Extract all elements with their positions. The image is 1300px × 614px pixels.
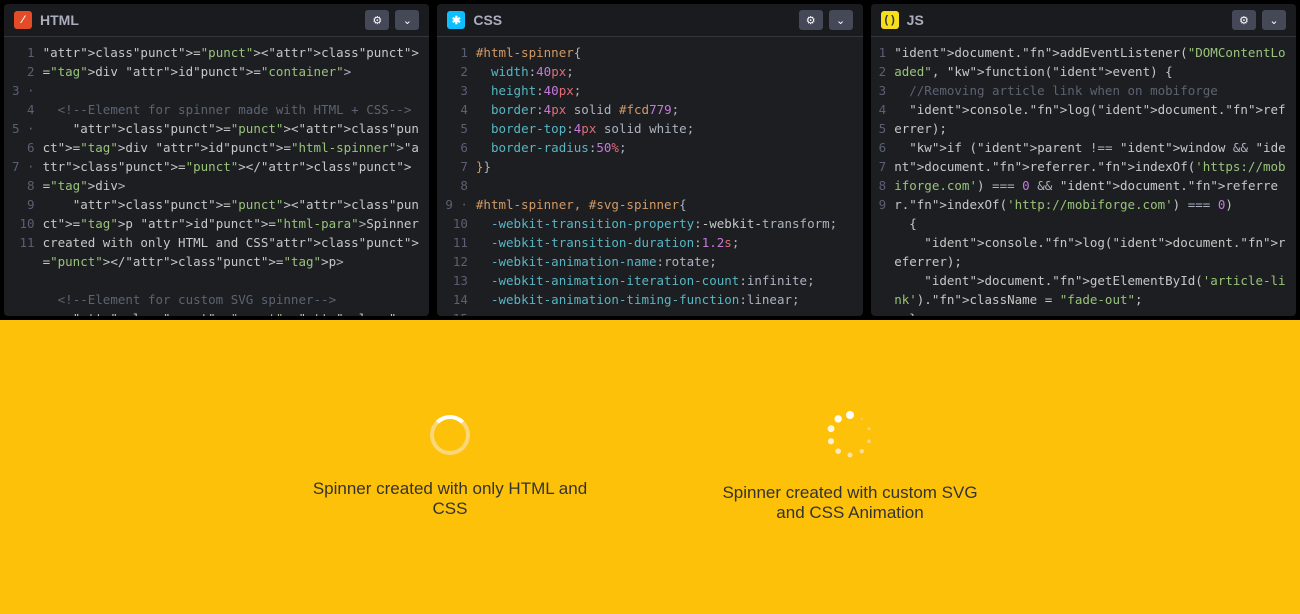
editor-title-js: ( ) JS [881, 11, 924, 29]
chevron-down-button[interactable]: ⌄ [829, 10, 853, 30]
chevron-down-button[interactable]: ⌄ [1262, 10, 1286, 30]
editor-header-buttons: ⚙ ⌄ [799, 10, 853, 30]
preview-left-caption: Spinner created with only HTML and CSS [310, 479, 590, 519]
settings-button[interactable]: ⚙ [799, 10, 823, 30]
editor-pane-html: ⁄ HTML ⚙ ⌄ 1 2 3 · 4 5 · 6 7 · 8 9 10 11… [4, 4, 429, 316]
chevron-down-icon: ⌄ [1269, 14, 1278, 27]
html-lang-icon: ⁄ [14, 11, 32, 29]
chevron-down-button[interactable]: ⌄ [395, 10, 419, 30]
chevron-down-icon: ⌄ [836, 14, 845, 27]
editor-header-html: ⁄ HTML ⚙ ⌄ [4, 4, 429, 37]
code-html[interactable]: "attr">class"punct">="punct"><"attr">cla… [43, 43, 430, 316]
gear-icon: ⚙ [1239, 14, 1249, 27]
js-label: JS [907, 12, 924, 28]
code-body-js[interactable]: 1 2 3 4 5 6 7 8 9 "ident">document."fn">… [871, 37, 1296, 316]
preview-right: Spinner created with custom SVG and CSS … [710, 411, 990, 523]
editor-pane-css: ✱ CSS ⚙ ⌄ 1 2 3 4 5 6 7 8 9 · 10 11 12 1… [437, 4, 862, 316]
html-label: HTML [40, 12, 79, 28]
settings-button[interactable]: ⚙ [365, 10, 389, 30]
code-css[interactable]: #html-spinner{ width:40px; height:40px; … [476, 43, 863, 316]
editor-row: ⁄ HTML ⚙ ⌄ 1 2 3 · 4 5 · 6 7 · 8 9 10 11… [0, 0, 1300, 320]
js-lang-icon: ( ) [881, 11, 899, 29]
settings-button[interactable]: ⚙ [1232, 10, 1256, 30]
editor-header-buttons: ⚙ ⌄ [1232, 10, 1286, 30]
editor-title-html: ⁄ HTML [14, 11, 79, 29]
css-label: CSS [473, 12, 502, 28]
gear-icon: ⚙ [372, 14, 382, 27]
editor-pane-js: ( ) JS ⚙ ⌄ 1 2 3 4 5 6 7 8 9 "ident">doc… [871, 4, 1296, 316]
editor-header-buttons: ⚙ ⌄ [365, 10, 419, 30]
editor-header-js: ( ) JS ⚙ ⌄ [871, 4, 1296, 37]
editor-title-css: ✱ CSS [447, 11, 502, 29]
code-js[interactable]: "ident">document."fn">addEventListener("… [894, 43, 1296, 316]
svg-spinner-icon [826, 411, 874, 459]
gear-icon: ⚙ [806, 14, 816, 27]
code-body-html[interactable]: 1 2 3 · 4 5 · 6 7 · 8 9 10 11 "attr">cla… [4, 37, 429, 316]
css-lang-icon: ✱ [447, 11, 465, 29]
gutter-html: 1 2 3 · 4 5 · 6 7 · 8 9 10 11 [4, 43, 43, 316]
html-spinner-icon [430, 415, 470, 455]
gutter-js: 1 2 3 4 5 6 7 8 9 [871, 43, 895, 316]
gutter-css: 1 2 3 4 5 6 7 8 9 · 10 11 12 13 14 15 [437, 43, 476, 316]
editor-header-css: ✱ CSS ⚙ ⌄ [437, 4, 862, 37]
chevron-down-icon: ⌄ [403, 14, 412, 27]
preview-left: Spinner created with only HTML and CSS [310, 415, 590, 519]
preview-right-caption: Spinner created with custom SVG and CSS … [710, 483, 990, 523]
code-body-css[interactable]: 1 2 3 4 5 6 7 8 9 · 10 11 12 13 14 15 #h… [437, 37, 862, 316]
preview-area: Spinner created with only HTML and CSS S… [0, 320, 1300, 614]
